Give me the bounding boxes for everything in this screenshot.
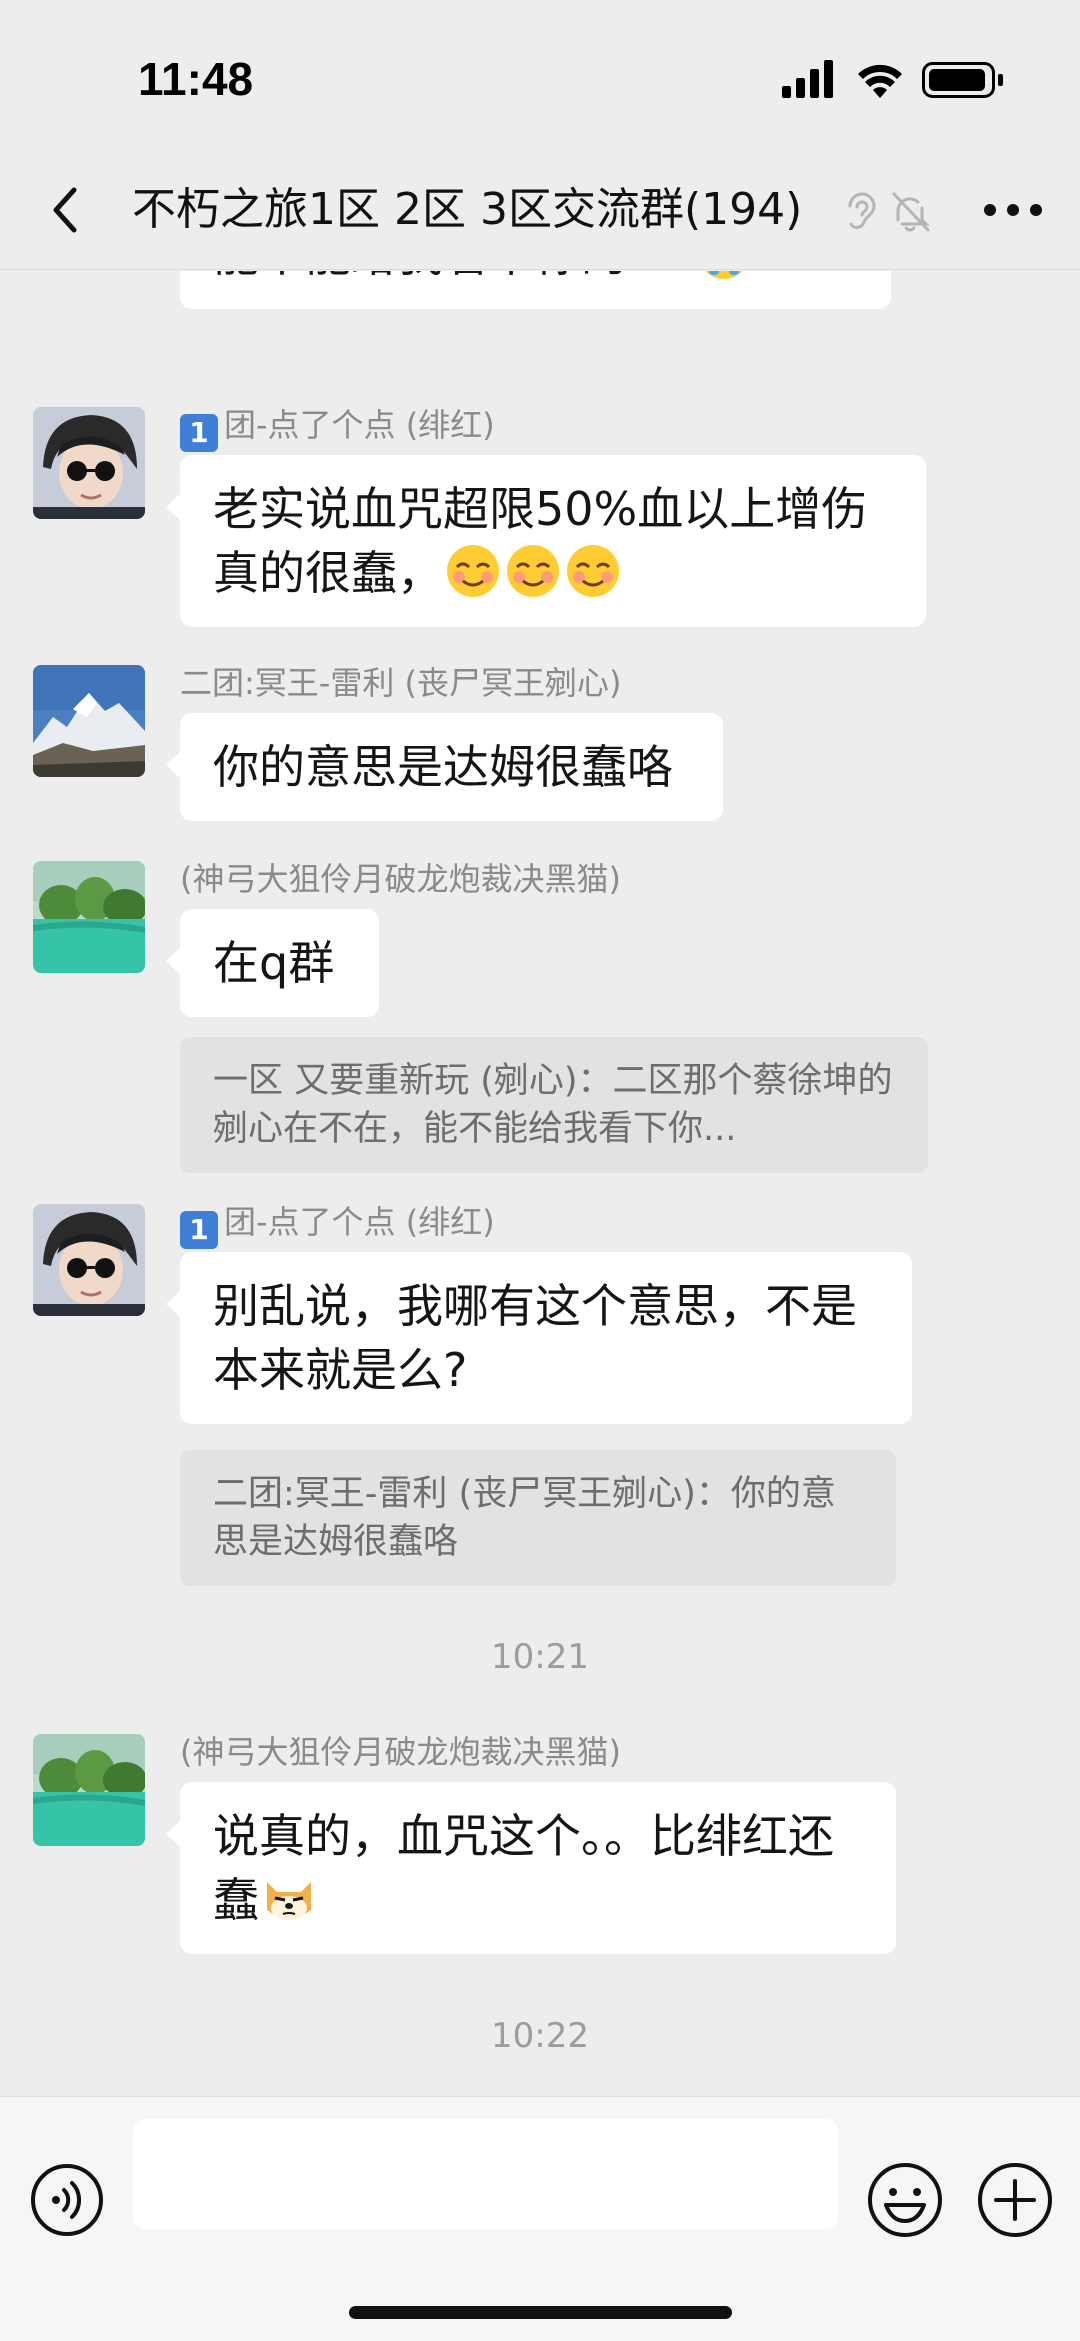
flushed-smile-emoji-icon [507,545,559,597]
more-actions-button[interactable] [976,2161,1054,2239]
message-text: 你的意思是达姆很蠢咯 [213,740,673,794]
quoted-message-text: 一区 又要重新玩 (剜心)：二区那个蔡徐坤的剜心在不在，能不能给我看下你... [213,1061,893,1149]
chat-status-icons [842,188,952,238]
voice-icon [31,2164,103,2236]
time-divider: 10:21 [491,1637,589,1677]
flushed-smile-emoji-icon [567,545,619,597]
avatar[interactable] [33,861,145,973]
message-bubble[interactable]: 别乱说，我哪有这个意思，不是本来就是么? [166,1252,912,1424]
sender-name[interactable]: (神弓大狙伶月破龙炮裁决黑猫) [180,859,621,899]
signal-icon [782,60,833,98]
avatar[interactable] [33,407,145,519]
sender-name[interactable]: 1 团-点了个点 (绯红) [180,405,495,452]
chat-header: 不朽之旅1区 2区 3区交流群(194) [0,150,1080,270]
sender-name[interactable]: (神弓大狙伶月破龙炮裁决黑猫) [180,1732,621,1772]
message-text: 在q群 [213,936,335,990]
group-number-badge: 1 [180,1211,218,1249]
status-bar: 11:48 [0,0,1080,150]
avatar[interactable] [33,665,145,777]
message-bubble[interactable]: 你的意思是达姆很蠢咯 [166,713,723,821]
message-input-bar [0,2096,1080,2341]
flushed-smile-emoji-icon [447,545,499,597]
quoted-message[interactable]: 一区 又要重新玩 (剜心)：二区那个蔡徐坤的剜心在不在，能不能给我看下你... [180,1037,928,1173]
sender-name[interactable]: 二团:冥王-雷利 (丧尸冥王剜心) [180,663,621,703]
message-bubble[interactable]: 老实说血咒超限50%血以上增伤真的很蠢， [166,455,926,627]
message-input[interactable] [133,2119,838,2229]
message-text: 别乱说，我哪有这个意思，不是本来就是么? [213,1279,857,1397]
sender-name[interactable]: 1 团-点了个点 (绯红) [180,1202,495,1249]
message-text: 能不能给我看下你的BD [213,271,694,282]
status-time: 11:48 [138,53,254,105]
home-indicator[interactable] [349,2306,732,2319]
bell-slash-icon [892,192,930,232]
smiley-icon [868,2163,942,2237]
plus-icon [978,2163,1052,2237]
avatar[interactable] [33,1734,145,1846]
battery-icon [922,62,1003,98]
group-number-badge: 1 [180,414,218,452]
ellipsis-icon [984,204,1042,216]
loudly-crying-emoji-icon [705,271,743,279]
chat-title[interactable]: 不朽之旅1区 2区 3区交流群(194) [132,180,802,240]
ear-icon [848,192,876,230]
message-bubble[interactable]: 能不能给我看下你的BD [180,271,891,309]
doge-emoji-icon [267,1882,311,1920]
more-button[interactable] [980,180,1046,240]
wifi-icon [858,64,902,98]
chevron-left-icon [53,187,77,233]
quoted-message[interactable]: 二团:冥王-雷利 (丧尸冥王剜心)：你的意思是达姆很蠢咯 [180,1450,896,1586]
message-bubble[interactable]: 在q群 [166,909,379,1017]
avatar[interactable] [33,1204,145,1316]
voice-button[interactable] [30,2163,104,2237]
message-bubble[interactable]: 说真的，血咒这个。。比绯红还蠢 [166,1782,896,1954]
time-divider: 10:22 [491,2016,589,2056]
quoted-message-text: 二团:冥王-雷利 (丧尸冥王剜心)：你的意思是达姆很蠢咯 [213,1474,836,1562]
chat-message-list[interactable]: 能不能给我看下你的BD 1团-点了个点 (绯红) 老实说血咒超限50%血以上增伤… [0,271,1080,2096]
back-button[interactable] [38,180,98,240]
status-icons [782,58,1012,98]
emoji-button[interactable] [866,2161,944,2239]
